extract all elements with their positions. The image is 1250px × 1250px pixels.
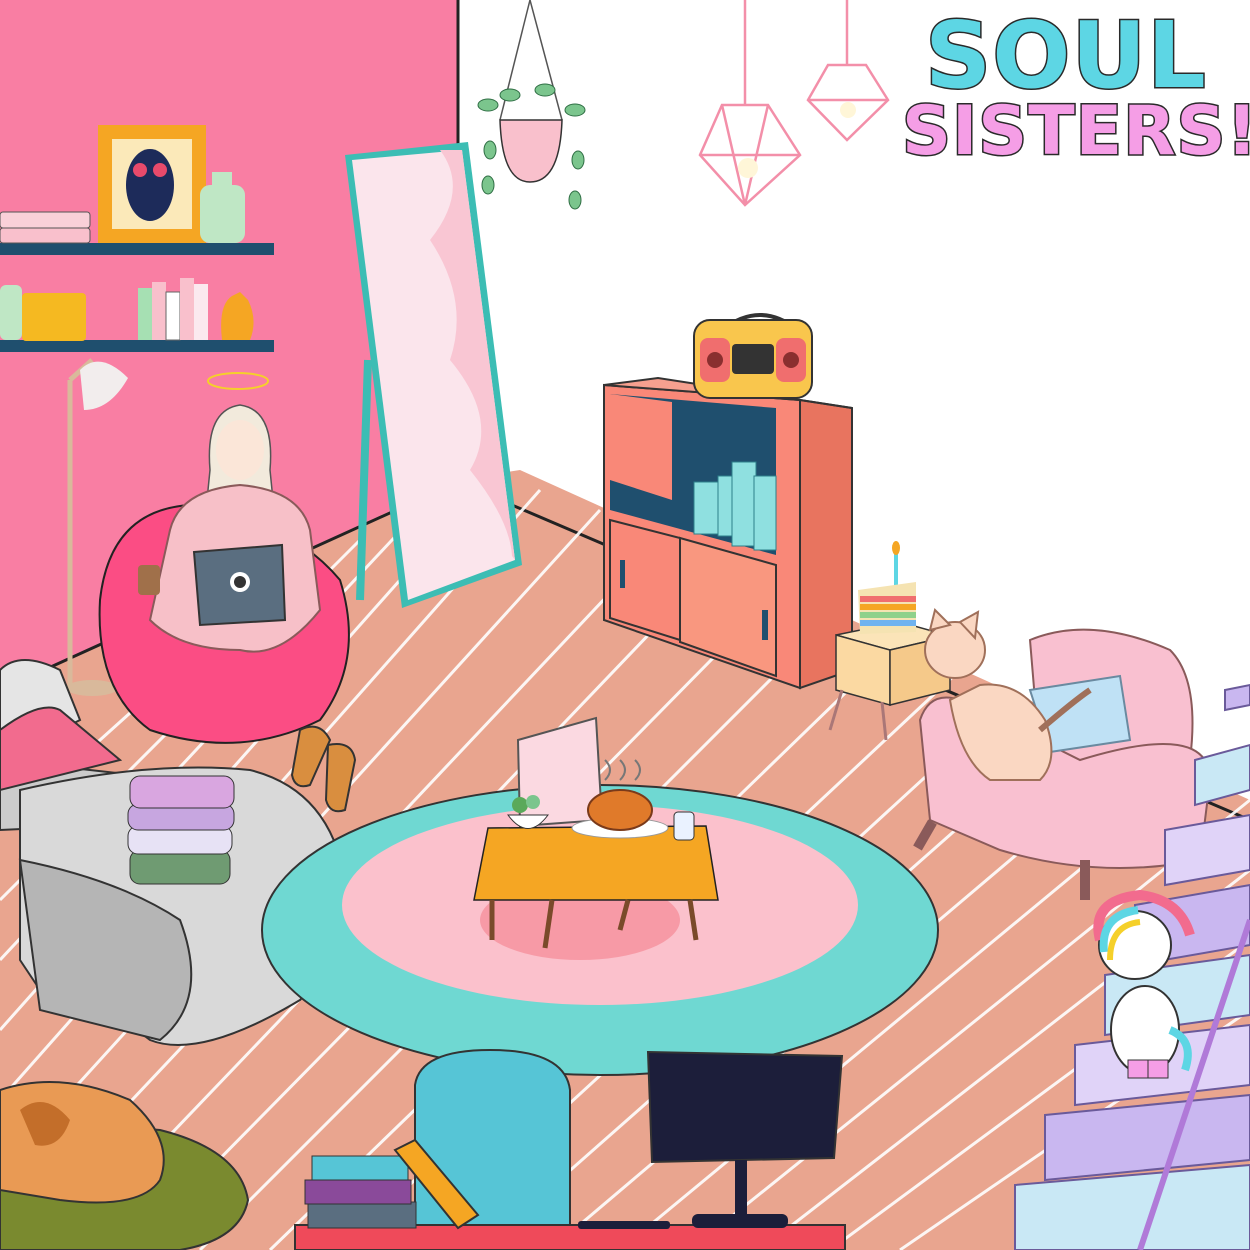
desk — [294, 1224, 846, 1250]
picture-frame-icon — [98, 125, 206, 243]
bottle-icon — [673, 811, 695, 841]
folded-towels-icon — [127, 775, 235, 885]
boombox-icon — [693, 313, 813, 399]
bedroom-scene — [0, 0, 1250, 1250]
title-sisters: SISTERS!! — [900, 91, 1250, 173]
desk-chair — [414, 1048, 571, 1250]
